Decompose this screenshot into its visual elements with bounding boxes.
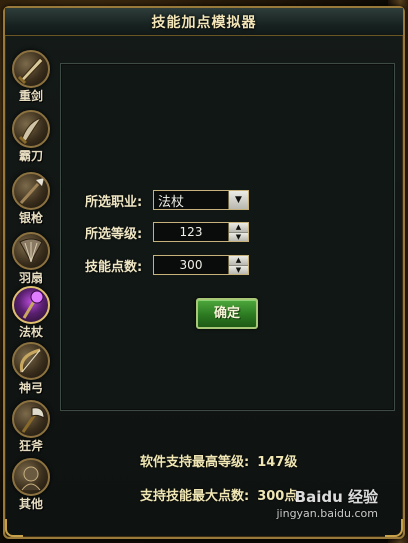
class-select[interactable]: 法杖 ▼ (153, 190, 249, 210)
points-value[interactable]: 300 (154, 258, 228, 272)
decrement-arrow-icon[interactable]: ▼ (229, 264, 248, 274)
increment-arrow-icon[interactable]: ▲ (229, 223, 248, 232)
increment-arrow-icon[interactable]: ▲ (229, 256, 248, 265)
frame-corner (5, 519, 23, 537)
class-label: 重剑 (18, 89, 43, 103)
points-label-text: 技能点数: (85, 259, 143, 275)
class-item-axe[interactable]: 狂斧 (8, 400, 54, 460)
max-points-info: 支持技能最大点数: 300点 (140, 485, 297, 504)
points-row: 技能点数: 300 ▲ ▼ (85, 255, 249, 275)
max-points-label: 支持技能最大点数: (140, 489, 250, 504)
points-stepper-buttons: ▲ ▼ (228, 256, 248, 274)
heavy-sword-icon (12, 50, 50, 88)
spear-icon (12, 172, 50, 210)
max-points-value: 300点 (257, 489, 298, 504)
blade-icon (12, 110, 50, 148)
level-stepper-buttons: ▲ ▼ (228, 223, 248, 241)
class-label: 羽扇 (18, 271, 43, 285)
watermark-url: jingyan.baidu.com (276, 507, 378, 520)
feather-fan-icon (12, 232, 50, 270)
class-item-other[interactable]: 其他 (8, 458, 54, 518)
confirm-button[interactable]: 确定 (196, 298, 258, 329)
class-item-bow[interactable]: 神弓 (8, 342, 54, 402)
axe-icon (12, 400, 50, 438)
watermark-brand: Baidu 经验 (294, 488, 378, 506)
class-label: 其他 (18, 497, 43, 511)
decrement-arrow-icon[interactable]: ▼ (229, 231, 248, 241)
points-stepper[interactable]: 300 ▲ ▼ (153, 255, 249, 275)
class-label: 银枪 (18, 211, 43, 225)
level-value[interactable]: 123 (154, 225, 228, 239)
other-icon (12, 458, 50, 496)
class-item-magic-staff[interactable]: 法杖 (8, 286, 54, 346)
level-row: 所选等级: 123 ▲ ▼ (85, 222, 249, 242)
class-label: 狂斧 (18, 439, 43, 453)
class-sidebar: 重剑 霸刀 银枪 羽扇 法杖 神弓 狂斧 其他 (8, 50, 54, 520)
class-label: 法杖 (18, 325, 43, 339)
level-label-text: 所选等级: (85, 226, 143, 242)
class-select-value: 法杖 (158, 194, 185, 210)
bow-icon (12, 342, 50, 380)
level-stepper[interactable]: 123 ▲ ▼ (153, 222, 249, 242)
magic-staff-icon (12, 286, 50, 324)
class-item-feather-fan[interactable]: 羽扇 (8, 232, 54, 292)
frame-corner (385, 519, 403, 537)
chevron-down-icon[interactable]: ▼ (228, 191, 248, 209)
class-row: 所选职业: 法杖 ▼ (85, 190, 249, 210)
max-level-info: 软件支持最高等级: 147级 (140, 451, 297, 470)
window-title: 技能加点模拟器 (151, 14, 257, 31)
max-level-label: 软件支持最高等级: (140, 455, 250, 470)
max-level-value: 147级 (257, 455, 298, 470)
class-label: 霸刀 (18, 149, 43, 163)
class-label: 神弓 (18, 381, 43, 395)
title-bar: 技能加点模拟器 (5, 8, 403, 36)
class-label-text: 所选职业: (85, 194, 143, 210)
class-item-heavy-sword[interactable]: 重剑 (8, 50, 54, 110)
class-item-blade[interactable]: 霸刀 (8, 110, 54, 170)
class-item-spear[interactable]: 银枪 (8, 172, 54, 232)
